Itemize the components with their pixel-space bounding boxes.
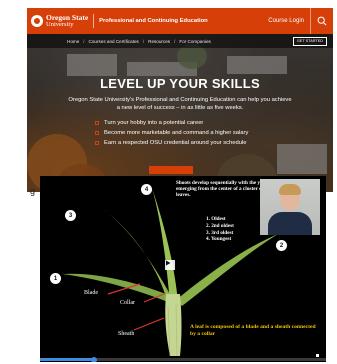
hero-banner: Home / Courses and Certificates / Resour… <box>27 34 333 192</box>
check-icon <box>95 131 99 135</box>
osu-logo-icon <box>31 15 43 27</box>
site-header: Oregon State University Professional and… <box>27 8 333 34</box>
search-button[interactable] <box>311 8 333 34</box>
leaf-marker-4: 4 <box>141 184 152 195</box>
sheath-pointer <box>133 317 165 331</box>
list-item: 2. 2nd oldest <box>206 222 234 229</box>
benefit-list: Turn your hobby into a potential career … <box>95 118 248 148</box>
breadcrumb-separator: / <box>174 38 176 44</box>
video-player[interactable]: 1 2 3 4 Shoots develop sequentially with… <box>40 176 326 362</box>
list-item: 1. Oldest <box>206 216 226 222</box>
hero-cta-button[interactable] <box>149 166 193 174</box>
list-item: 4. Youngest <box>206 236 232 243</box>
leaf-marker-3: 3 <box>65 210 76 221</box>
presenter-hair <box>279 184 301 195</box>
leaf-marker-1: 1 <box>50 273 61 284</box>
video-progress-handle[interactable] <box>91 356 98 362</box>
breadcrumb-for-companies[interactable]: For Companies <box>179 39 210 44</box>
presenter-shirt <box>268 212 312 235</box>
hero-subtitle: Oregon State University's Professional a… <box>68 97 292 111</box>
get-started-button[interactable]: GET STARTED <box>292 36 327 46</box>
breadcrumb-resources[interactable]: Resources <box>148 39 170 44</box>
play-icon <box>166 260 171 266</box>
logo-line1: Oregon State <box>46 13 89 22</box>
logo-line2: University <box>46 21 74 28</box>
presenter-webcam <box>260 179 320 235</box>
list-item: Turn your hobby into a potential career <box>95 118 248 128</box>
blade-label: Blade <box>84 290 98 296</box>
list-item: Become more marketable and command a hig… <box>95 128 248 138</box>
video-time-indicator <box>316 354 319 357</box>
list-item: Earn a respected OSU credential around y… <box>95 138 248 148</box>
sheath <box>165 294 182 356</box>
video-caption: A leaf is composed of a blade and a shea… <box>190 324 316 337</box>
leaf-age-list: 1. Oldest 2. 2nd oldest 3. 3rd oldest 4.… <box>206 216 234 243</box>
breadcrumb-separator: / <box>83 38 85 44</box>
video-progress-fill <box>40 358 95 361</box>
site-title[interactable]: Professional and Continuing Education <box>99 18 208 24</box>
osu-logo[interactable]: Oregon State University <box>31 14 88 28</box>
breadcrumb: Home / Courses and Certificates / Resour… <box>27 34 333 48</box>
logo-divider <box>93 14 95 28</box>
search-icon <box>317 16 327 26</box>
sheath-label: Sheath <box>118 331 135 337</box>
leaf-2 <box>176 234 278 306</box>
course-login-link[interactable]: Course Login <box>268 18 304 24</box>
breadcrumb-courses[interactable]: Courses and Certificates <box>89 39 139 44</box>
collar-label: Collar <box>120 300 135 306</box>
list-item: 3. 3rd oldest <box>206 229 234 236</box>
breadcrumb-home[interactable]: Home <box>67 39 79 44</box>
hero-title: LEVEL UP YOUR SKILLS <box>100 76 260 91</box>
leaf-1 <box>62 273 168 302</box>
page-text-fragment: g <box>30 186 36 196</box>
breadcrumb-separator: / <box>142 38 145 44</box>
check-icon <box>95 121 99 125</box>
check-icon <box>95 141 99 145</box>
leaf-marker-2: 2 <box>276 240 287 251</box>
play-button[interactable] <box>165 260 175 270</box>
